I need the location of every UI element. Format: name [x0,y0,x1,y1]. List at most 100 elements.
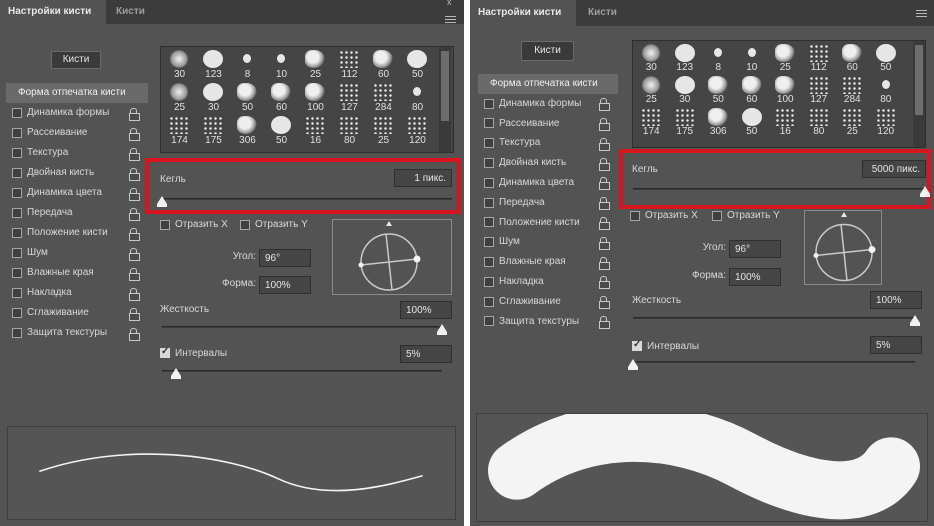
brush-tip[interactable]: 100 [769,75,802,106]
brush-tip[interactable]: 120 [870,107,903,138]
sidebar-item-shape-dynamics[interactable]: Динамика формы [6,103,148,123]
sidebar-item-scattering[interactable]: Рассеивание [6,123,148,143]
roundness-field[interactable]: 100% [729,268,781,286]
brush-tip[interactable]: 175 [197,115,230,147]
checkbox[interactable] [12,168,22,178]
lock-icon[interactable] [599,177,610,191]
checkbox[interactable] [12,288,22,298]
sidebar-item-wet-edges[interactable]: Влажные края [6,263,148,283]
lock-icon[interactable] [599,157,610,171]
size-slider-thumb[interactable] [157,196,167,207]
checkbox[interactable] [12,148,22,158]
checkbox[interactable] [12,248,22,258]
flip-x-checkbox[interactable] [160,220,170,230]
brush-tip[interactable]: 30 [163,49,196,81]
brush-tip[interactable]: 50 [736,107,769,138]
sidebar-item-texture[interactable]: Текстура [478,133,618,153]
brush-tip[interactable]: 80 [870,75,903,106]
checkbox[interactable] [484,98,494,109]
sidebar-item-scattering[interactable]: Рассеивание [478,114,618,134]
brush-tip[interactable]: 30 [635,43,668,74]
hardness-slider-thumb[interactable] [437,324,447,335]
brush-tip[interactable]: 80 [803,107,836,138]
checkbox[interactable] [484,257,494,268]
size-slider-thumb[interactable] [920,186,930,197]
brush-tip[interactable]: 80 [401,82,434,114]
spacing-field[interactable]: 5% [870,336,922,354]
hardness-slider-thumb[interactable] [910,315,920,326]
brush-tip[interactable]: 123 [669,43,702,74]
sidebar-item-color-dynamics[interactable]: Динамика цвета [6,183,148,203]
grid-scrollbar[interactable] [439,47,451,152]
brush-tip[interactable]: 100 [299,82,332,114]
lock-icon[interactable] [129,207,140,221]
sidebar-item-brush-pose[interactable]: Положение кисти [478,213,618,233]
checkbox[interactable] [12,228,22,238]
roundness-field[interactable]: 100% [259,276,311,294]
checkbox[interactable] [484,177,494,188]
brush-tip[interactable]: 306 [231,115,264,147]
lock-icon[interactable] [599,256,610,270]
tab-brushes[interactable]: Кисти [580,0,625,26]
angle-field[interactable]: 96° [729,240,781,258]
angle-field[interactable]: 96° [259,249,311,267]
checkbox[interactable] [12,108,22,118]
sidebar-item-noise[interactable]: Шум [478,232,618,252]
brush-tip[interactable]: 120 [401,115,434,147]
hardness-slider-track[interactable] [633,317,915,319]
brush-tip[interactable]: 50 [702,75,735,106]
spacing-slider-thumb[interactable] [628,359,638,370]
sidebar-item-transfer[interactable]: Передача [6,203,148,223]
lock-icon[interactable] [599,117,610,131]
brush-tip[interactable]: 30 [197,82,230,114]
brush-tip[interactable]: 60 [836,43,869,74]
checkbox[interactable] [484,237,494,248]
hardness-field[interactable]: 100% [870,291,922,309]
brush-tip[interactable]: 25 [299,49,332,81]
lock-icon[interactable] [129,227,140,241]
sidebar-item-noise[interactable]: Шум [6,243,148,263]
panel-menu-icon[interactable] [445,16,456,25]
brush-tip[interactable]: 50 [870,43,903,74]
spacing-checkbox[interactable] [632,339,642,351]
hardness-field[interactable]: 100% [400,301,452,319]
brush-tip[interactable]: 123 [197,49,230,81]
scrollbar-thumb[interactable] [915,45,923,116]
sidebar-item-transfer[interactable]: Передача [478,193,618,213]
checkbox[interactable] [12,188,22,198]
flip-y-checkbox[interactable] [240,220,250,230]
sidebar-item-tip-shape[interactable]: Форма отпечатка кисти [6,83,148,103]
brush-tip[interactable]: 25 [367,115,400,147]
sidebar-item-brush-pose[interactable]: Положение кисти [6,223,148,243]
checkbox[interactable] [484,197,494,208]
brush-tip[interactable]: 25 [635,75,668,106]
checkbox[interactable] [12,268,22,278]
brush-tip[interactable]: 8 [702,43,735,74]
checkbox[interactable] [12,128,22,138]
lock-icon[interactable] [129,247,140,261]
checkbox[interactable] [484,138,494,149]
brush-tip[interactable]: 80 [333,115,366,147]
sidebar-item-smoothing[interactable]: Сглаживание [6,303,148,323]
brush-tip[interactable]: 8 [231,49,264,81]
sidebar-item-wet-edges[interactable]: Влажные края [478,252,618,272]
brush-tip[interactable]: 16 [769,107,802,138]
checkbox[interactable] [484,316,494,327]
lock-icon[interactable] [129,267,140,281]
sidebar-item-protect-texture[interactable]: Защита текстуры [478,312,618,332]
spacing-slider-thumb[interactable] [171,368,181,379]
spacing-slider-track[interactable] [633,361,915,363]
brush-tip[interactable]: 174 [163,115,196,147]
brush-tip[interactable]: 50 [401,49,434,81]
sidebar-item-color-dynamics[interactable]: Динамика цвета [478,173,618,193]
lock-icon[interactable] [599,98,610,112]
brush-tip[interactable]: 60 [367,49,400,81]
brush-tip[interactable]: 50 [231,82,264,114]
checkbox[interactable] [12,328,22,338]
size-field[interactable]: 5000 пикс. [862,160,926,178]
lock-icon[interactable] [599,296,610,310]
close-icon[interactable]: x [447,0,452,7]
tab-brush-settings[interactable]: Настройки кисти [0,0,106,24]
sidebar-item-shape-dynamics[interactable]: Динамика формы [478,94,618,114]
checkbox[interactable] [484,296,494,307]
